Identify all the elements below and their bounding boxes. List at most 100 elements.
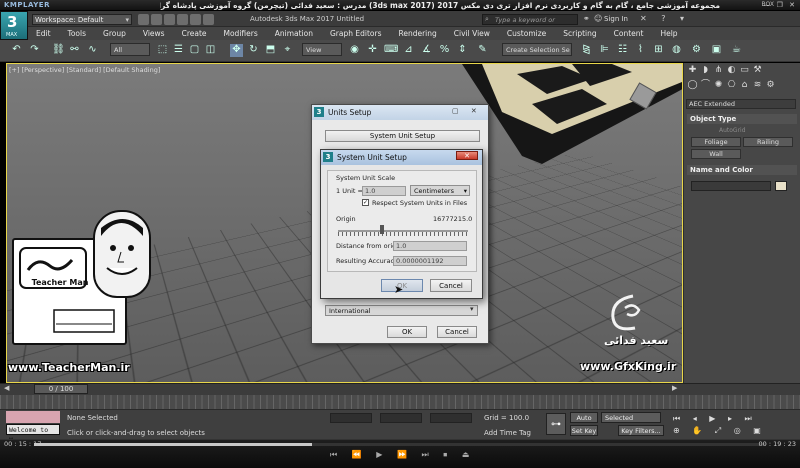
foliage-button[interactable]: Foliage — [691, 137, 741, 147]
viewport-label[interactable]: [+] [Perspective] [Standard] [Default Sh… — [9, 66, 160, 74]
menu-rendering[interactable]: Rendering — [398, 29, 436, 38]
system-unit-setup-button[interactable]: System Unit Setup — [325, 130, 480, 142]
maxscript-listener-output[interactable] — [6, 411, 60, 423]
units-window-controls[interactable]: ▢ ✕ — [452, 107, 482, 115]
layer-explorer-icon[interactable]: ☷ — [616, 44, 629, 57]
maxscript-listener-input[interactable]: Welcome to M. — [6, 424, 60, 444]
curve-editor-icon[interactable]: ⌇ — [634, 44, 647, 57]
menu-views[interactable]: Views — [143, 29, 165, 38]
menu-create[interactable]: Create — [182, 29, 207, 38]
time-slider-prev-icon[interactable]: ◀ — [4, 384, 9, 392]
system-unit-cancel-button[interactable]: Cancel — [430, 279, 472, 292]
redo-icon[interactable]: ↷ — [28, 44, 41, 57]
object-color-swatch[interactable] — [775, 181, 787, 191]
rendered-frame-icon[interactable]: ▣ — [710, 44, 723, 57]
wall-button[interactable]: Wall — [691, 149, 741, 159]
help-icons[interactable]: ✕ ? ▾ — [640, 14, 690, 23]
menu-help[interactable]: Help — [660, 29, 677, 38]
place-icon[interactable]: ⌖ — [281, 44, 294, 57]
player-window-controls[interactable]: — ❐ ✕ — [763, 1, 797, 9]
align-icon[interactable]: ⊫ — [598, 44, 611, 57]
z-coordinate-field[interactable] — [430, 413, 472, 423]
menu-customize[interactable]: Customize — [507, 29, 546, 38]
display-tab-icon[interactable]: ▭ — [738, 64, 751, 76]
motion-tab-icon[interactable]: ◐ — [725, 64, 738, 76]
select-object-icon[interactable]: ⬚ — [156, 44, 169, 57]
origin-slider-thumb[interactable] — [380, 225, 384, 234]
set-key-icon[interactable]: ⊶ — [546, 413, 566, 435]
key-filters-button[interactable]: Key Filters... — [618, 425, 664, 436]
mirror-icon[interactable]: ⧎ — [580, 44, 593, 57]
utilities-tab-icon[interactable]: ⚒ — [751, 64, 764, 76]
named-selection-dropdown[interactable]: Create Selection Se — [502, 43, 572, 56]
lighting-units-dropdown[interactable]: International — [325, 305, 478, 316]
selection-filter-dropdown[interactable]: All — [110, 43, 150, 56]
redo-quick-icon[interactable] — [190, 14, 201, 25]
workspace-dropdown[interactable]: Workspace: Default — [32, 14, 132, 25]
menu-tools[interactable]: Tools — [68, 29, 86, 38]
spinner-snap-icon[interactable]: ⇕ — [456, 44, 469, 57]
spacewarps-icon[interactable]: ≋ — [751, 79, 764, 91]
window-crossing-icon[interactable]: ◫ — [204, 44, 217, 57]
autogrid-checkbox[interactable]: AutoGrid — [719, 127, 746, 134]
menu-edit[interactable]: Edit — [36, 29, 51, 38]
menu-graph-editors[interactable]: Graph Editors — [330, 29, 382, 38]
name-color-rollout[interactable]: Name and Color — [687, 165, 797, 175]
playback-buttons[interactable]: ⏮ ◂ ▶ ▸ ⏭ — [673, 414, 757, 424]
units-ok-button[interactable]: OK — [387, 326, 427, 338]
link-icon[interactable]: ⛓ — [52, 44, 65, 57]
angle-snap-icon[interactable]: ∡ — [420, 44, 433, 57]
pivot-center-icon[interactable]: ◉ — [348, 44, 361, 57]
select-manipulate-icon[interactable]: ✛ — [366, 44, 379, 57]
new-scene-icon[interactable] — [138, 14, 149, 25]
user-icon[interactable]: ☺ — [594, 14, 602, 23]
units-cancel-button[interactable]: Cancel — [437, 326, 477, 338]
lights-icon[interactable]: ✺ — [712, 79, 725, 91]
menu-group[interactable]: Group — [103, 29, 126, 38]
modify-tab-icon[interactable]: ◗ — [699, 64, 712, 76]
bind-spacewarp-icon[interactable]: ∿ — [86, 44, 99, 57]
save-file-icon[interactable] — [164, 14, 175, 25]
object-category-dropdown[interactable]: AEC Extended — [686, 99, 796, 109]
y-coordinate-field[interactable] — [380, 413, 422, 423]
object-name-input[interactable] — [691, 181, 771, 191]
selection-region-icon[interactable]: ▢ — [188, 44, 201, 57]
respect-units-checkbox[interactable]: ✓ — [362, 199, 369, 206]
menu-animation[interactable]: Animation — [275, 29, 313, 38]
add-time-tag[interactable]: Add Time Tag — [484, 429, 531, 437]
keyboard-shortcut-icon[interactable]: ⌨ — [384, 44, 398, 57]
cameras-icon[interactable]: ⎔ — [725, 79, 738, 91]
time-slider-next-icon[interactable]: ▶ — [672, 384, 677, 392]
open-file-icon[interactable] — [151, 14, 162, 25]
railing-button[interactable]: Railing — [743, 137, 793, 147]
reference-coordinate-dropdown[interactable]: View — [302, 43, 342, 56]
create-tab-icon[interactable]: ✚ — [686, 64, 699, 76]
navigation-icons[interactable]: ⊕ ✋ ⤢ ◎ ▣ — [673, 426, 766, 436]
time-slider[interactable] — [0, 383, 800, 395]
geometry-icon[interactable]: ◯ — [686, 79, 699, 91]
undo-icon[interactable]: ↶ — [10, 44, 23, 57]
scale-icon[interactable]: ⬒ — [264, 44, 277, 57]
shapes-icon[interactable]: ⌒ — [699, 79, 712, 91]
sign-in-link[interactable]: Sign In — [604, 15, 628, 23]
render-production-icon[interactable]: ☕ — [730, 44, 743, 57]
player-buttons[interactable]: ⏮ ⏪ ▶ ⏩ ⏭ ⏹ ⏏ — [330, 450, 475, 460]
menu-scripting[interactable]: Scripting — [563, 29, 596, 38]
project-folder-icon[interactable] — [203, 14, 214, 25]
set-key-button[interactable]: Set Key — [570, 425, 598, 436]
move-icon[interactable]: ✥ — [230, 44, 243, 57]
object-type-rollout[interactable]: Object Type — [687, 114, 797, 124]
key-selection-dropdown[interactable]: Selected — [601, 412, 661, 423]
unit-type-dropdown[interactable]: Centimeters — [410, 185, 470, 196]
helpers-icon[interactable]: ⌂ — [738, 79, 751, 91]
snap-toggle-icon[interactable]: ⊿ — [402, 44, 415, 57]
unit-scale-input[interactable]: 1.0 — [362, 186, 406, 196]
schematic-view-icon[interactable]: ⊞ — [652, 44, 665, 57]
menu-content[interactable]: Content — [614, 29, 644, 38]
menu-civil-view[interactable]: Civil View — [454, 29, 490, 38]
binoculars-icon[interactable]: ⚭ — [583, 14, 590, 23]
select-by-name-icon[interactable]: ☰ — [172, 44, 185, 57]
unlink-icon[interactable]: ⚯ — [68, 44, 81, 57]
x-coordinate-field[interactable] — [330, 413, 372, 423]
hierarchy-tab-icon[interactable]: ⋔ — [712, 64, 725, 76]
